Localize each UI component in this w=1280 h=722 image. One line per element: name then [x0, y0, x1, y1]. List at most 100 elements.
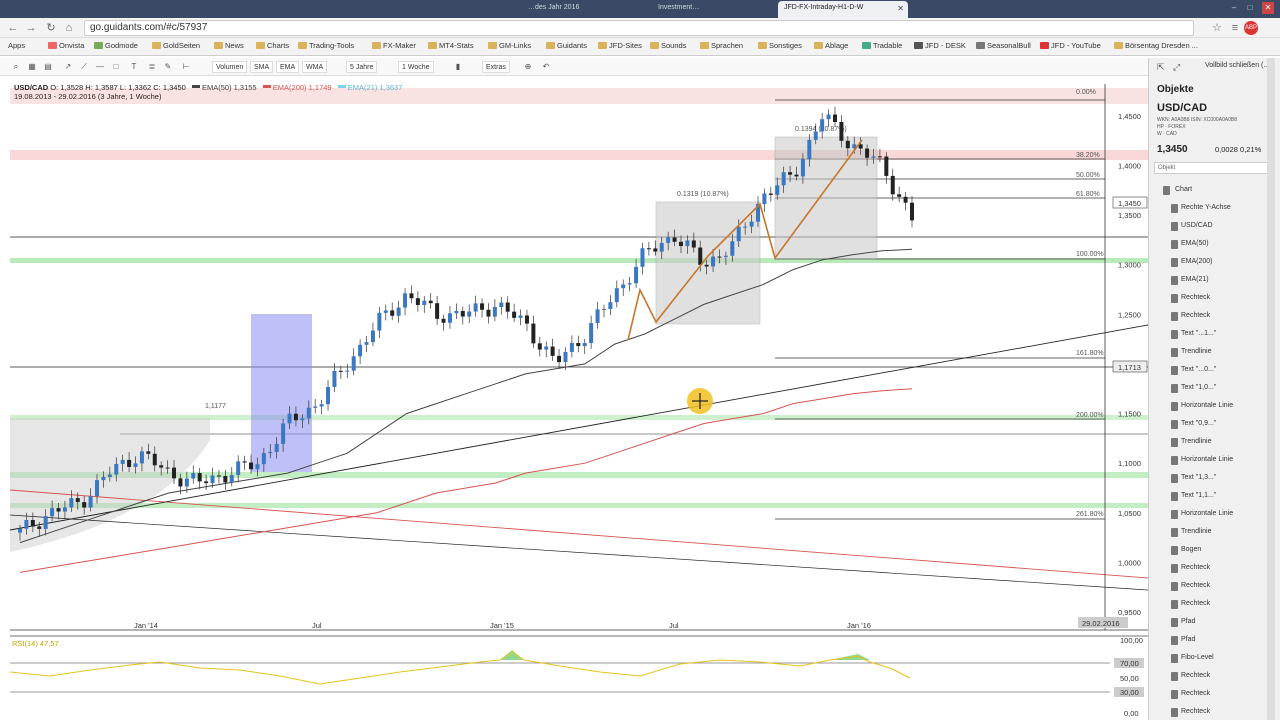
range-select[interactable]: 5 Jahre — [346, 61, 378, 73]
search-icon[interactable]: ⌕ — [10, 61, 22, 73]
bookmark-folder[interactable]: GoldSeiten — [152, 41, 200, 50]
object-list-item[interactable]: Text "1,0..." — [1149, 380, 1280, 398]
browser-tab[interactable]: …des Jahr 2016 — [522, 1, 640, 18]
table-icon[interactable]: ▤ — [42, 61, 54, 73]
cursor-icon[interactable]: ↗ — [62, 61, 74, 73]
object-list-item[interactable]: Bogen — [1149, 542, 1280, 560]
bookmark-item[interactable]: SeasonalBull — [976, 41, 1031, 50]
object-list-item[interactable]: Horizontale Linie — [1149, 398, 1280, 416]
tab-label: JFD-FX-Intraday-H1-D-W — [784, 4, 864, 11]
object-list-item[interactable]: Rechteck — [1149, 308, 1280, 326]
object-list-item[interactable]: Text "0,9..." — [1149, 416, 1280, 434]
object-tree-root[interactable]: Chart — [1149, 182, 1280, 200]
bookmark-folder[interactable]: Charts — [256, 41, 289, 50]
wma-button[interactable]: WMA — [302, 61, 328, 73]
object-icon — [1171, 348, 1178, 357]
close-icon[interactable]: ✕ — [897, 4, 904, 13]
window-minimize-icon[interactable]: – — [1228, 2, 1240, 14]
object-list-item[interactable]: Text "...0..." — [1149, 362, 1280, 380]
ema-button[interactable]: EMA — [276, 61, 300, 73]
candle-body — [172, 467, 177, 479]
object-list-item[interactable]: Rechteck — [1149, 560, 1280, 578]
bookmark-item[interactable]: Onvista — [48, 41, 84, 50]
bookmark-folder[interactable]: Ablage — [814, 41, 848, 50]
object-list-item[interactable]: EMA(50) — [1149, 236, 1280, 254]
object-list-item[interactable]: Rechteck — [1149, 596, 1280, 614]
object-list-item[interactable]: Text "...1..." — [1149, 326, 1280, 344]
object-list-item[interactable]: Rechteck — [1149, 704, 1280, 722]
bookmark-folder[interactable]: Sprachen — [700, 41, 743, 50]
candle-body — [165, 467, 170, 469]
browser-tab[interactable]: Investment… — [652, 1, 770, 18]
fibonacci-tool-icon[interactable]: ≣ — [146, 61, 158, 73]
candle-body — [480, 303, 485, 310]
fib-level-label: 200.00% — [1076, 412, 1104, 419]
object-list-item[interactable]: EMA(21) — [1149, 272, 1280, 290]
object-list-item[interactable]: Rechteck — [1149, 668, 1280, 686]
browser-tab-active[interactable]: JFD-FX-Intraday-H1-D-W ✕ — [778, 1, 908, 18]
back-arrow-icon[interactable]: ← — [6, 21, 20, 35]
bookmark-item[interactable]: JFD - YouTube — [1040, 41, 1101, 50]
zoom-icon[interactable]: ⊕ — [522, 61, 534, 73]
bookmark-apps[interactable]: Apps — [8, 41, 25, 50]
volume-button[interactable]: Volumen — [212, 61, 248, 73]
price-chart[interactable]: 0.00% 38.20% 50.00% 61.80% 100.00% 161.80% 200… — [0, 76, 1148, 720]
window-maximize-icon[interactable]: □ — [1244, 2, 1256, 14]
exit-fullscreen-button[interactable]: Vollbild schließen (... — [1205, 62, 1269, 69]
candle-body — [358, 344, 363, 357]
bookmark-item[interactable]: Tradable — [862, 41, 902, 50]
grid-icon[interactable]: ▦ — [26, 61, 38, 73]
interval-select[interactable]: 1 Woche — [398, 61, 434, 73]
menu-icon[interactable]: ≡ — [1228, 21, 1242, 35]
object-list-item[interactable]: Text "1,1..." — [1149, 488, 1280, 506]
reload-icon[interactable]: ↻ — [44, 21, 58, 35]
candle-type-icon[interactable]: ▮ — [452, 61, 464, 73]
object-filter-input[interactable]: Objekt — [1154, 162, 1272, 174]
bookmark-folder[interactable]: Sounds — [650, 41, 686, 50]
scrollbar[interactable] — [1267, 58, 1275, 720]
object-list-item[interactable]: Trendlinie — [1149, 434, 1280, 452]
measure-icon[interactable]: ⊢ — [180, 61, 192, 73]
text-tool-icon[interactable]: T — [128, 61, 140, 73]
url-input[interactable]: go.guidants.com/#c/57937 — [84, 20, 1194, 36]
object-list-item[interactable]: Fibo-Level — [1149, 650, 1280, 668]
object-list-item[interactable]: Text "1,3..." — [1149, 470, 1280, 488]
forward-arrow-icon[interactable]: → — [24, 21, 38, 35]
object-list-item[interactable]: Pfad — [1149, 632, 1280, 650]
object-list-item[interactable]: Horizontale Linie — [1149, 452, 1280, 470]
object-list-item[interactable]: Rechteck — [1149, 686, 1280, 704]
bookmark-folder[interactable]: MT4-Stats — [428, 41, 474, 50]
bookmark-folder[interactable]: Börsentag Dresden ... — [1114, 41, 1198, 50]
window-close-icon[interactable]: ✕ — [1262, 2, 1274, 14]
bookmark-folder[interactable]: Trading-Tools — [298, 41, 354, 50]
bookmark-star-icon[interactable]: ☆ — [1210, 21, 1224, 35]
object-list-item[interactable]: Trendlinie — [1149, 524, 1280, 542]
object-list-item[interactable]: Pfad — [1149, 614, 1280, 632]
bookmark-folder[interactable]: GM-Links — [488, 41, 531, 50]
chart-mode-icon[interactable]: ⤢ — [1173, 62, 1185, 74]
pen-icon[interactable]: ✎ — [162, 61, 174, 73]
bookmark-folder[interactable]: FX-Maker — [372, 41, 416, 50]
home-icon[interactable]: ⌂ — [62, 21, 76, 35]
panel-icon[interactable]: ⇱ — [1157, 62, 1169, 74]
object-list-item[interactable]: EMA(200) — [1149, 254, 1280, 272]
sma-button[interactable]: SMA — [250, 61, 274, 73]
bookmark-folder[interactable]: Sonstiges — [758, 41, 802, 50]
bookmark-folder[interactable]: JFD-Sites — [598, 41, 642, 50]
object-list-item[interactable]: Horizontale Linie — [1149, 506, 1280, 524]
object-list-item[interactable]: USD/CAD — [1149, 218, 1280, 236]
undo-icon[interactable]: ↶ — [540, 61, 552, 73]
extras-button[interactable]: Extras — [482, 61, 510, 73]
object-list-item[interactable]: Rechte Y-Achse — [1149, 200, 1280, 218]
line-tool-icon[interactable]: ⟋ — [78, 61, 90, 73]
object-list-item[interactable]: Rechteck — [1149, 290, 1280, 308]
object-list-item[interactable]: Trendlinie — [1149, 344, 1280, 362]
extension-icon[interactable]: ABP — [1244, 21, 1258, 35]
horizontal-line-icon[interactable]: — — [94, 61, 106, 73]
bookmark-item[interactable]: JFD - DESK — [914, 41, 966, 50]
bookmark-folder[interactable]: News — [214, 41, 244, 50]
bookmark-folder[interactable]: Guidants — [546, 41, 587, 50]
object-list-item[interactable]: Rechteck — [1149, 578, 1280, 596]
bookmark-item[interactable]: Godmode — [94, 41, 138, 50]
rectangle-tool-icon[interactable]: □ — [110, 61, 122, 73]
